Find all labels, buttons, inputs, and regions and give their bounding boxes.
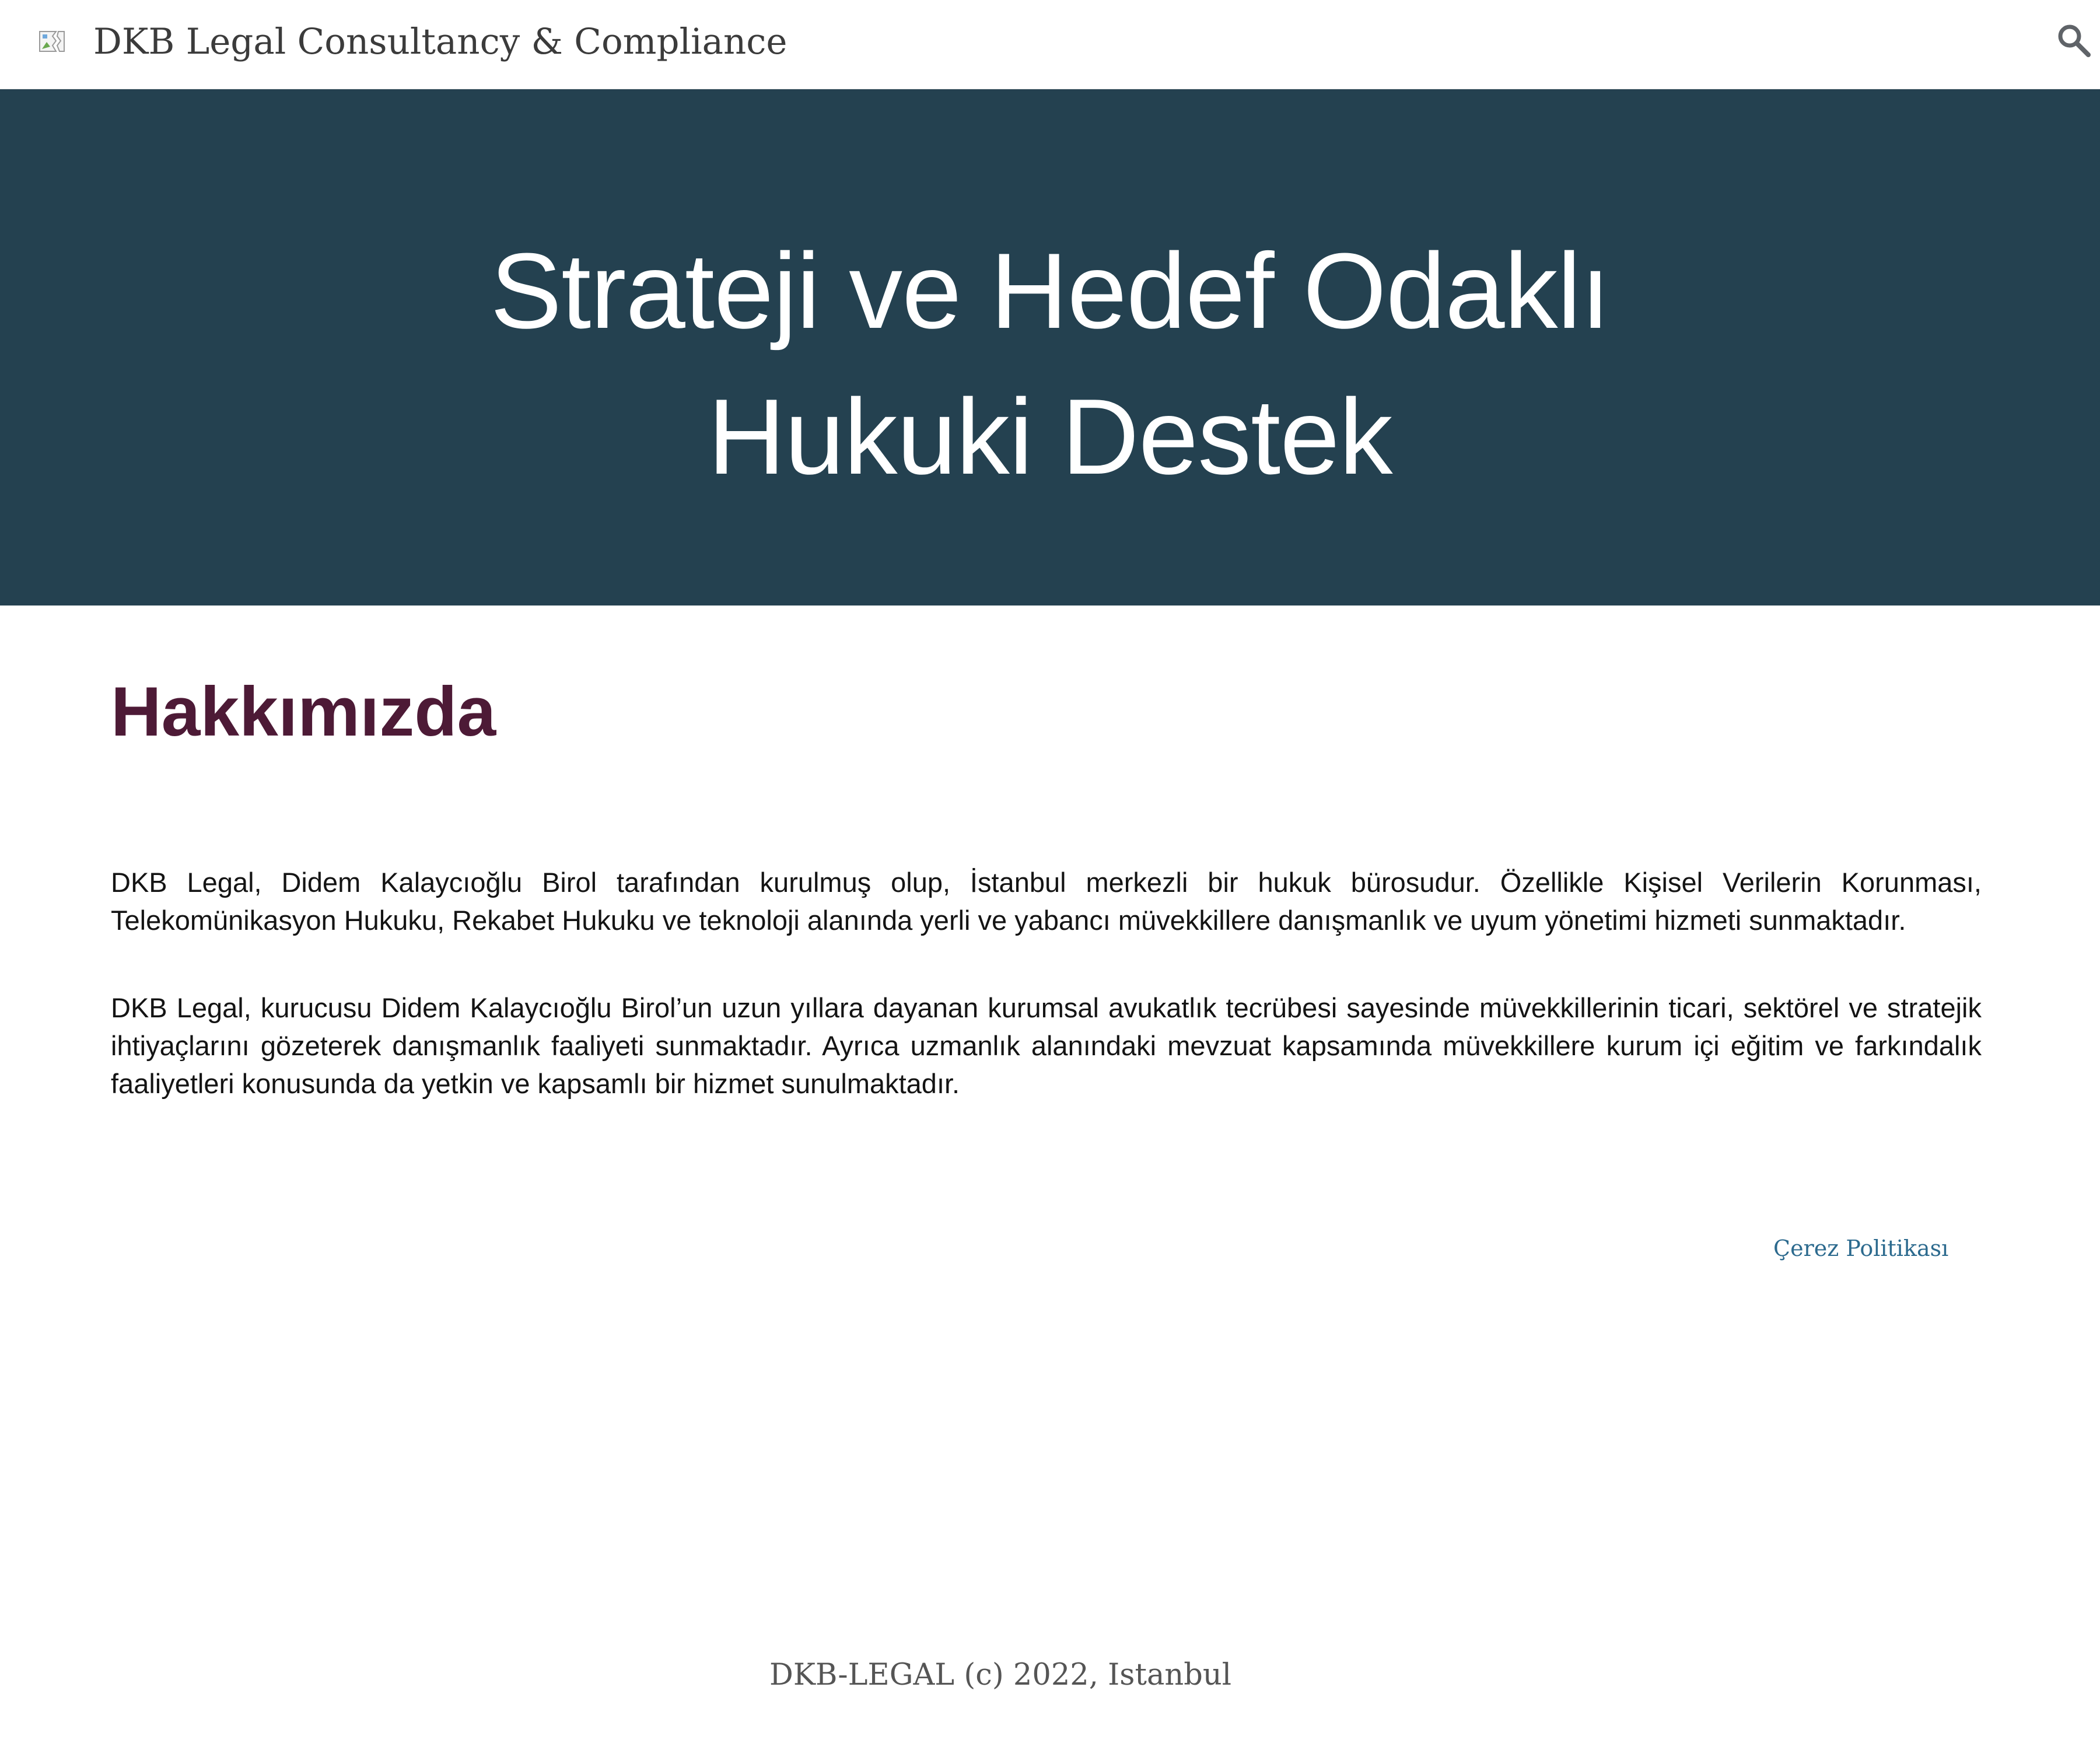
footer-copyright: DKB-LEGAL (c) 2022, Istanbul [769,1658,1232,1692]
search-icon[interactable] [2053,20,2094,61]
site-title[interactable]: DKB Legal Consultancy & Compliance [93,18,788,66]
hero-title-line-1: Strateji ve Hedef Odaklı [490,230,1610,351]
about-heading: Hakkımızda [111,673,496,751]
hero-title: Strateji ve Hedef Odaklı Hukuki Destek [175,218,1925,509]
about-paragraph-2: DKB Legal, kurucusu Didem Kalaycıoğlu Bi… [111,992,1982,1099]
hero-banner: Strateji ve Hedef Odaklı Hukuki Destek [0,89,2100,606]
top-bar: DKB Legal Consultancy & Compliance [0,0,2100,89]
cookie-policy-link[interactable]: Çerez Politikası [1773,1231,1948,1266]
about-paragraph-1: DKB Legal, Didem Kalaycıoğlu Birol taraf… [111,867,1982,936]
hero-title-line-2: Hukuki Destek [708,376,1392,496]
broken-image-icon[interactable] [38,29,65,54]
